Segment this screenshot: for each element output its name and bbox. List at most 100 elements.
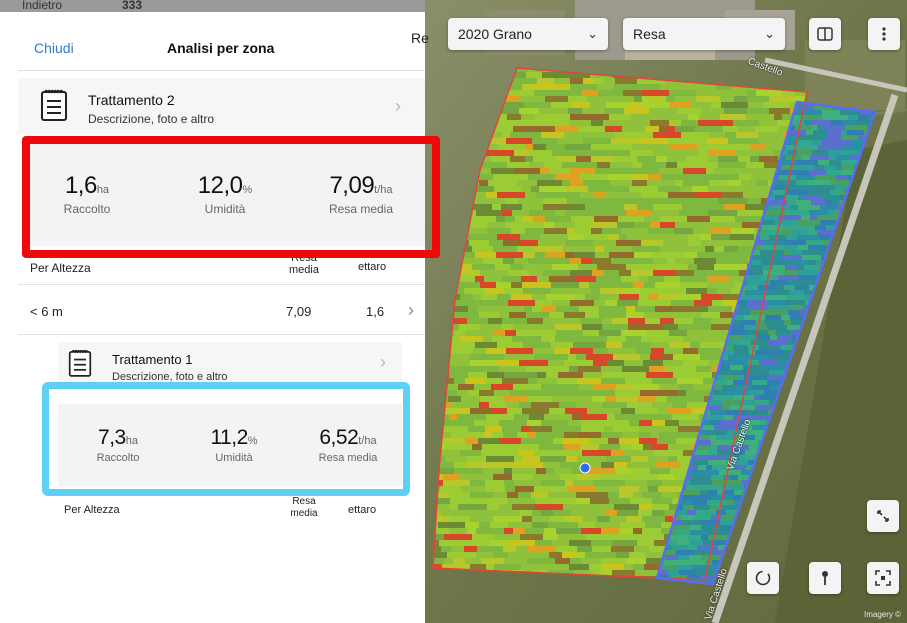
yield-cell xyxy=(716,510,726,515)
split-view-icon xyxy=(817,27,833,41)
season-select[interactable]: 2020 Grano ⌄ xyxy=(448,18,608,50)
yield-cell xyxy=(783,300,805,305)
yield-cell xyxy=(701,108,724,114)
pin-button[interactable] xyxy=(809,562,841,594)
yield-cell xyxy=(642,90,669,96)
lasso-button[interactable] xyxy=(747,562,779,594)
yield-cell xyxy=(499,420,527,426)
yield-cell xyxy=(680,246,705,252)
yield-cell xyxy=(496,252,523,258)
yield-cell xyxy=(776,330,791,335)
yield-cell xyxy=(513,324,529,330)
yield-cell xyxy=(521,498,535,504)
yield-cell xyxy=(775,220,797,225)
yield-cell xyxy=(517,432,527,438)
yield-cell xyxy=(464,540,490,546)
yield-cell xyxy=(701,485,723,490)
yield-cell xyxy=(730,475,738,480)
yield-cell xyxy=(490,522,508,528)
yield-cell xyxy=(611,546,634,552)
yield-cell xyxy=(682,174,711,180)
yield-cell xyxy=(478,438,499,444)
yield-cell xyxy=(641,192,668,198)
yield-cell xyxy=(571,102,590,108)
yield-cell xyxy=(510,264,523,270)
yield-cell xyxy=(491,156,510,162)
yield-cell xyxy=(480,282,496,288)
yield-cell xyxy=(692,186,708,192)
yield-cell xyxy=(440,486,461,492)
yield-cell xyxy=(630,150,653,156)
yield-cell xyxy=(539,186,566,192)
yield-cell xyxy=(559,522,578,528)
yield-cell xyxy=(534,90,555,96)
focus-button[interactable] xyxy=(867,562,899,594)
yield-cell xyxy=(549,408,565,414)
yield-cell xyxy=(801,215,810,220)
yield-cell xyxy=(472,264,495,270)
yield-cell xyxy=(614,504,639,510)
expand-button[interactable] xyxy=(867,500,899,532)
yield-cell xyxy=(805,220,820,225)
yield-cell xyxy=(525,192,536,198)
yield-cell xyxy=(467,528,476,534)
yield-cell xyxy=(583,372,602,378)
yield-cell xyxy=(570,78,583,84)
yield-cell xyxy=(761,350,783,355)
yield-cell xyxy=(834,140,852,145)
yield-cell xyxy=(605,300,617,306)
yield-cell xyxy=(575,276,596,282)
yield-cell xyxy=(785,265,797,270)
layer-select[interactable]: Resa ⌄ xyxy=(623,18,785,50)
yield-cell xyxy=(613,354,640,360)
yield-cell xyxy=(699,114,720,120)
yield-cell xyxy=(634,84,660,90)
yield-cell xyxy=(566,210,578,216)
yield-cell xyxy=(841,130,847,135)
yield-cell xyxy=(698,162,718,168)
yield-cell xyxy=(599,294,619,300)
yield-cell xyxy=(567,486,596,492)
yield-cell xyxy=(724,246,738,252)
yield-cell xyxy=(683,168,706,174)
treatment-2-card[interactable]: Trattamento 2 Descrizione, foto e altro … xyxy=(18,78,425,134)
yield-cell xyxy=(600,144,619,150)
yield-cell xyxy=(520,474,533,480)
yield-cell xyxy=(608,492,619,498)
yield-cell xyxy=(691,102,711,108)
table-row[interactable]: < 6 m 7,09 1,6 › xyxy=(18,292,425,332)
yield-cell xyxy=(627,402,652,408)
yield-cell xyxy=(562,498,576,504)
yield-cell xyxy=(688,545,697,550)
yield-cell xyxy=(450,498,479,504)
yield-map[interactable]: Via Castello Via Castello Castello 2020 … xyxy=(425,0,907,623)
yield-cell xyxy=(749,265,762,270)
yield-cell xyxy=(543,534,558,540)
yield-cell xyxy=(797,135,820,140)
close-button[interactable]: Chiudi xyxy=(34,40,74,56)
yield-cell xyxy=(775,195,785,200)
yield-cell xyxy=(676,550,695,555)
yield-cell xyxy=(569,366,578,372)
yield-cell xyxy=(504,288,523,294)
notepad-icon xyxy=(41,89,67,121)
yield-cell xyxy=(686,324,697,330)
yield-cell xyxy=(693,500,707,505)
more-options-button[interactable] xyxy=(868,18,900,50)
yield-cell xyxy=(570,348,593,354)
table-header-yield: Resa media xyxy=(290,496,318,519)
yield-cell xyxy=(727,240,738,246)
yield-cell xyxy=(718,156,738,162)
yield-cell xyxy=(640,138,668,144)
split-view-button[interactable] xyxy=(809,18,841,50)
yield-cell xyxy=(733,380,752,385)
yield-cell xyxy=(646,198,664,204)
yield-cell xyxy=(556,318,581,324)
yield-cell xyxy=(739,174,751,180)
treatment-1-card[interactable]: Trattamento 1 Descrizione, foto e altro … xyxy=(58,342,402,384)
yield-cell xyxy=(568,96,587,102)
yield-cell xyxy=(653,270,676,276)
yield-cell xyxy=(504,480,514,486)
yield-cell xyxy=(534,390,561,396)
yield-cell xyxy=(571,288,591,294)
